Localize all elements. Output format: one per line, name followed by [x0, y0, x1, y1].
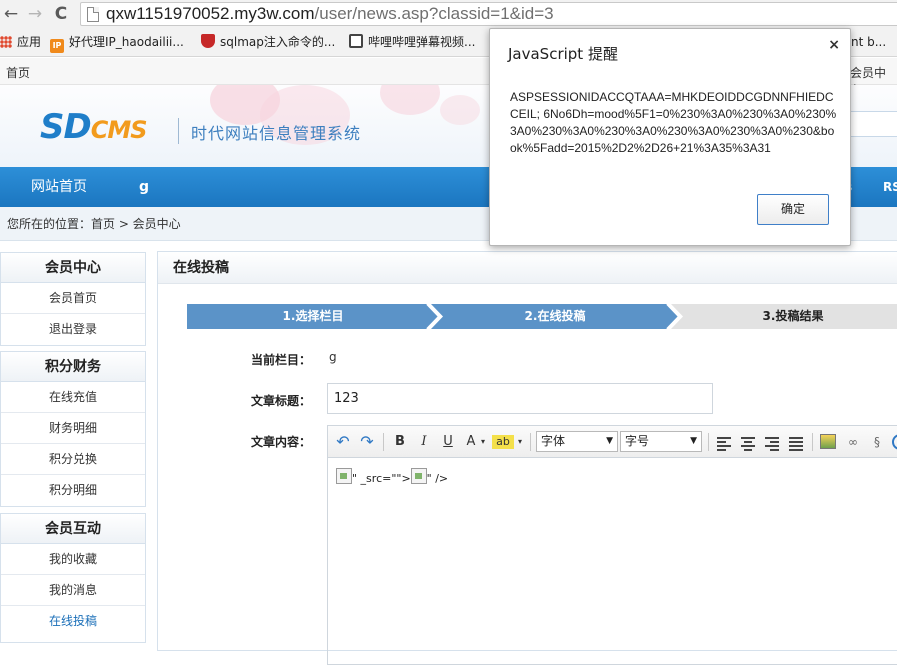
page-icon: [87, 7, 99, 22]
link-icon[interactable]: ∞: [845, 433, 861, 451]
font-size-select[interactable]: 字号 ▼: [620, 431, 702, 452]
javascript-alert-dialog: JavaScript 提醒 × ASPSESSIONIDACCQTAAA=MHK…: [489, 28, 851, 246]
highlight-button[interactable]: ab: [492, 435, 514, 449]
site-search-input[interactable]: [850, 111, 897, 137]
blossom-decoration: [380, 85, 440, 115]
dialog-message: ASPSESSIONIDACCQTAAA=MHKDEOIDDCGDNNFHIED…: [510, 90, 837, 155]
nav-item-home[interactable]: 网站首页: [31, 167, 87, 207]
unlink-icon[interactable]: §: [869, 433, 885, 451]
font-size-value: 字号: [625, 434, 650, 448]
font-color-button[interactable]: A: [462, 433, 480, 451]
toolbar-separator: [383, 433, 384, 451]
article-title-label: 文章标题：: [251, 394, 312, 408]
article-content-label: 文章内容：: [251, 435, 312, 449]
chevron-down-icon: ▼: [606, 436, 613, 446]
bookmark-haodaili[interactable]: IP 好代理IP_haodailii...: [50, 33, 184, 53]
rich-text-editor: ↶ ↷ B I U A ▾ ab ▾ 字体 ▼ 字号 ▼ ∞ § " _src=""…: [327, 425, 897, 665]
step-3-label: 3.投稿结果: [762, 309, 824, 323]
align-right-icon[interactable]: [765, 435, 779, 453]
reload-button[interactable]: C: [50, 3, 72, 25]
nav-item-right-2[interactable]: RS: [883, 167, 897, 207]
bookmark-label: 哔哩哔哩弹幕视频...: [368, 35, 476, 49]
help-icon[interactable]: [892, 434, 897, 450]
toolbar-separator: [708, 433, 709, 451]
redo-icon[interactable]: ↷: [358, 433, 376, 451]
site-logo[interactable]: SDCMS: [40, 107, 147, 147]
bookmark-sqlmap[interactable]: sqlmap注入命令的...: [201, 33, 335, 51]
insert-image-icon[interactable]: [820, 434, 836, 449]
content-text-1: " _src="">: [352, 472, 411, 485]
highlight-dropdown-icon[interactable]: ▾: [516, 433, 524, 451]
tv-icon: [349, 34, 363, 48]
sidebar-item-logout[interactable]: 退出登录: [1, 314, 145, 345]
sidebar-group-title: 会员互动: [1, 514, 145, 544]
logo-sub: CMS: [90, 116, 148, 144]
sidebar-item-member-home[interactable]: 会员首页: [1, 283, 145, 314]
logo-divider: [178, 118, 179, 144]
sidebar-item-points-exchange[interactable]: 积分兑换: [1, 444, 145, 475]
sidebar-item-favorites[interactable]: 我的收藏: [1, 544, 145, 575]
underline-button[interactable]: U: [439, 433, 457, 451]
italic-button[interactable]: I: [415, 433, 433, 451]
sidebar-group-finance: 积分财务 在线充值 财务明细 积分兑换 积分明细: [0, 351, 146, 507]
chevron-down-icon: ▼: [690, 436, 697, 446]
address-bar[interactable]: qxw1151970052.my3w.com/user/news.asp?cla…: [80, 2, 897, 26]
undo-icon[interactable]: ↶: [334, 433, 352, 451]
sidebar-group-member-center: 会员中心 会员首页 退出登录: [0, 252, 146, 346]
broken-image-icon: [410, 468, 427, 484]
current-column-value: g: [329, 350, 337, 364]
broken-image-icon: [336, 468, 352, 484]
bookmark-label: 应用: [17, 35, 42, 49]
close-icon[interactable]: ×: [828, 37, 840, 53]
sidebar-item-online-submit[interactable]: 在线投稿: [1, 606, 145, 637]
align-center-icon[interactable]: [741, 435, 755, 453]
sidebar-group-title: 会员中心: [1, 253, 145, 283]
font-color-dropdown-icon[interactable]: ▾: [479, 433, 487, 451]
address-url: qxw1151970052.my3w.com/user/news.asp?cla…: [106, 4, 554, 24]
current-column-label: 当前栏目：: [251, 353, 312, 367]
url-host: qxw1151970052.my3w.com: [106, 4, 315, 23]
sidebar-group-interaction: 会员互动 我的收藏 我的消息 在线投稿: [0, 513, 146, 643]
bold-button[interactable]: B: [391, 433, 409, 451]
nav-item-g[interactable]: g: [139, 167, 149, 207]
editor-toolbar: ↶ ↷ B I U A ▾ ab ▾ 字体 ▼ 字号 ▼ ∞ §: [328, 426, 897, 458]
top-home-link[interactable]: 首页: [6, 64, 30, 81]
shield-icon: [201, 34, 215, 48]
bookmark-apps[interactable]: 应用: [0, 33, 41, 51]
article-title-input[interactable]: 123: [327, 383, 713, 414]
font-family-value: 字体: [541, 434, 566, 448]
panel-title: 在线投稿: [158, 252, 897, 284]
toolbar-separator: [530, 433, 531, 451]
main-panel: 在线投稿 1.选择栏目 2.在线投稿 3.投稿结果 当前栏目： g 文章标题： …: [157, 251, 897, 665]
dialog-title: JavaScript 提醒: [508, 45, 618, 63]
align-justify-icon[interactable]: [789, 435, 803, 453]
align-left-icon[interactable]: [717, 435, 731, 453]
site-slogan: 时代网站信息管理系统: [191, 124, 362, 143]
toolbar-separator: [812, 433, 813, 451]
apps-grid-icon: [0, 36, 12, 48]
url-path: /user/news.asp?classid=1&id=3: [314, 4, 554, 23]
bookmark-bilibili[interactable]: 哔哩哔哩弹幕视频...: [349, 33, 475, 51]
content-text-2: " />: [426, 472, 449, 485]
forward-button[interactable]: →: [24, 3, 46, 25]
editor-content[interactable]: " _src=""> " />: [336, 468, 448, 485]
logo-main: SD: [40, 107, 92, 147]
bookmark-label: sqlmap注入命令的...: [220, 35, 336, 49]
font-family-select[interactable]: 字体 ▼: [536, 431, 618, 452]
sidebar-item-messages[interactable]: 我的消息: [1, 575, 145, 606]
bookmark-overflow[interactable]: nt b...: [851, 33, 886, 51]
sidebar-item-recharge[interactable]: 在线充值: [1, 382, 145, 413]
back-button[interactable]: ←: [0, 3, 22, 25]
bookmark-label: nt b...: [851, 35, 887, 49]
sidebar-item-finance-detail[interactable]: 财务明细: [1, 413, 145, 444]
sidebar-group-title: 积分财务: [1, 352, 145, 382]
ok-button[interactable]: 确定: [757, 194, 829, 225]
step-1-label: 1.选择栏目: [282, 309, 344, 323]
step-2-label: 2.在线投稿: [524, 309, 586, 323]
blossom-decoration: [440, 95, 480, 125]
sidebar-item-points-detail[interactable]: 积分明细: [1, 475, 145, 506]
ip-proxy-icon: IP: [50, 39, 64, 53]
bookmark-label: 好代理IP_haodailii...: [69, 35, 184, 49]
